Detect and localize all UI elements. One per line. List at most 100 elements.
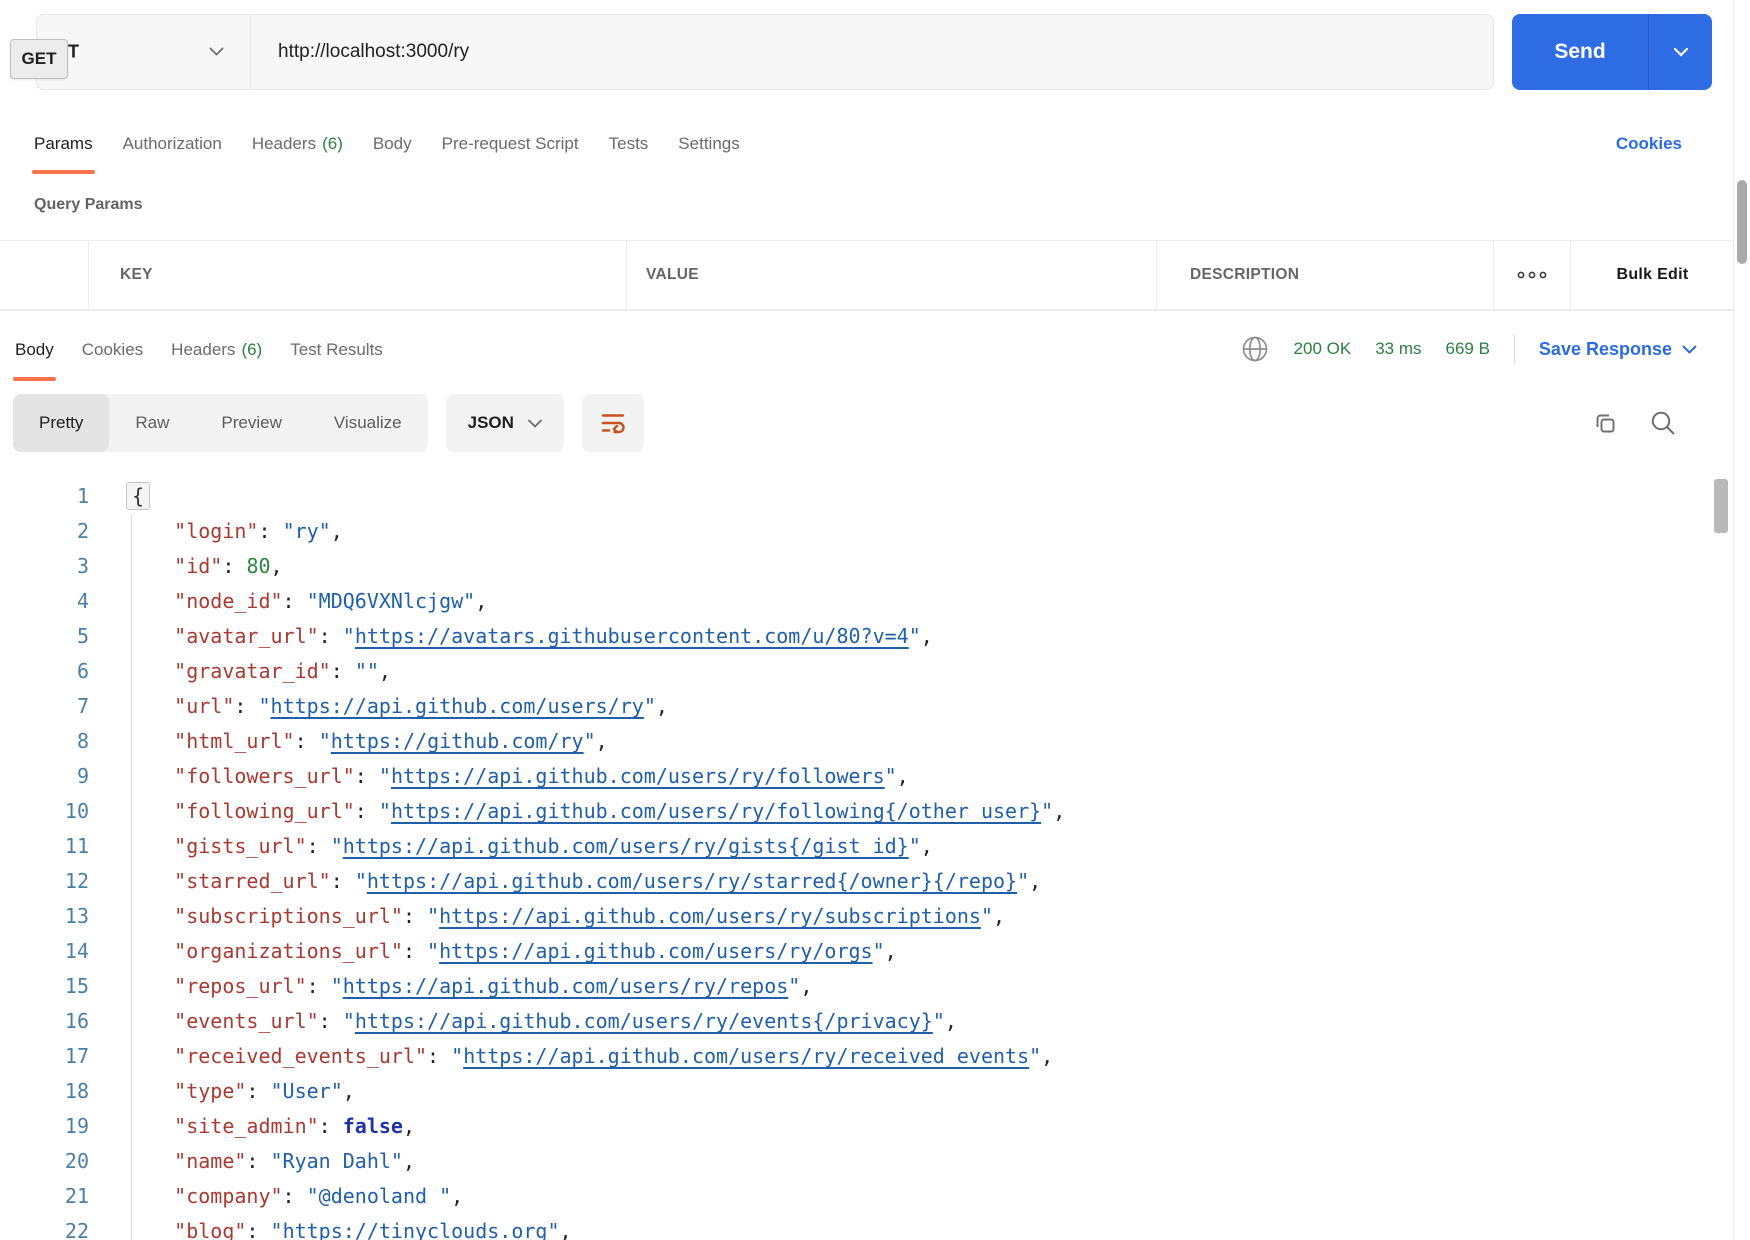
code-line: 2 "login": "ry",	[0, 514, 1734, 549]
chevron-down-icon	[528, 419, 542, 428]
request-tabs: Params Authorization Headers (6) Body Pre…	[0, 112, 1734, 176]
code-line: 3 "id": 80,	[0, 549, 1734, 584]
tab-tests[interactable]: Tests	[609, 112, 649, 176]
response-header: Body Cookies Headers (6) Test Results	[0, 311, 1734, 387]
response-tab-body[interactable]: Body	[15, 311, 54, 387]
tab-authorization[interactable]: Authorization	[123, 112, 222, 176]
wrap-text-button[interactable]	[582, 394, 644, 452]
code-line: 4 "node_id": "MDQ6VXNlcjgw",	[0, 584, 1734, 619]
line-number: 5	[0, 619, 89, 654]
view-tab-visualize[interactable]: Visualize	[308, 394, 428, 452]
response-tool-icons	[1592, 409, 1677, 437]
code-line: 8 "html_url": "https://github.com/ry",	[0, 724, 1734, 759]
main-scrollbar[interactable]	[1733, 0, 1750, 1240]
view-tab-pretty[interactable]: Pretty	[13, 394, 109, 452]
line-number: 22	[0, 1214, 89, 1240]
code-line: 15 "repos_url": "https://api.github.com/…	[0, 969, 1734, 1004]
response-size[interactable]: 669 B	[1445, 339, 1489, 359]
response-tab-test-results[interactable]: Test Results	[290, 311, 383, 387]
response-toolbar: Pretty Raw Preview Visualize JSON	[13, 394, 1714, 452]
tab-label: Headers	[252, 134, 316, 154]
response-time[interactable]: 33 ms	[1375, 339, 1421, 359]
format-value: JSON	[468, 413, 514, 433]
line-number: 6	[0, 654, 89, 689]
tab-count: (6)	[322, 134, 343, 154]
column-header-value[interactable]: VALUE	[627, 241, 1157, 309]
line-number: 7	[0, 689, 89, 724]
json-code-block: 1{2 "login": "ry",3 "id": 80,4 "node_id"…	[0, 479, 1734, 1240]
indent-guide	[131, 514, 132, 1240]
line-number: 13	[0, 899, 89, 934]
response-body-editor[interactable]: 1{2 "login": "ry",3 "id": 80,4 "node_id"…	[0, 471, 1734, 1240]
tab-label: Settings	[678, 134, 739, 154]
fold-marker[interactable]: {	[126, 482, 150, 510]
editor-scrollbar-thumb[interactable]	[1714, 479, 1728, 533]
status-badge[interactable]: 200 OK	[1294, 339, 1352, 359]
tab-headers[interactable]: Headers (6)	[252, 112, 343, 176]
code-line: 20 "name": "Ryan Dahl",	[0, 1144, 1734, 1179]
tab-pre-request-script[interactable]: Pre-request Script	[442, 112, 579, 176]
save-response-button[interactable]: Save Response	[1539, 339, 1697, 360]
more-options-icon[interactable]	[1494, 241, 1571, 309]
chevron-down-icon	[209, 43, 224, 61]
code-line: 12 "starred_url": "https://api.github.co…	[0, 864, 1734, 899]
code-line: 17 "received_events_url": "https://api.g…	[0, 1039, 1734, 1074]
method-selector[interactable]: GET GET	[37, 15, 251, 89]
code-line: 22 "blog": "https://tinyclouds.org",	[0, 1214, 1734, 1240]
tab-settings[interactable]: Settings	[678, 112, 739, 176]
wrap-text-icon	[599, 409, 627, 437]
tab-label: Params	[34, 134, 93, 154]
view-tab-raw[interactable]: Raw	[109, 394, 195, 452]
send-options-chevron-icon[interactable]	[1649, 14, 1712, 90]
line-number: 3	[0, 549, 89, 584]
tab-label: Headers	[171, 340, 235, 360]
tab-count: (6)	[241, 340, 262, 360]
response-meta: 200 OK 33 ms 669 B Save Response	[1240, 311, 1697, 387]
meta-divider	[1514, 334, 1515, 364]
tab-label: Tests	[609, 134, 649, 154]
line-number: 21	[0, 1179, 89, 1214]
postman-window: GET GET Send Params Au	[0, 0, 1750, 1240]
copy-icon[interactable]	[1592, 410, 1619, 437]
format-dropdown[interactable]: JSON	[446, 394, 564, 452]
code-line: 19 "site_admin": false,	[0, 1109, 1734, 1144]
response-tab-headers[interactable]: Headers (6)	[171, 311, 262, 387]
tab-label: Pre-request Script	[442, 134, 579, 154]
tab-label: Cookies	[82, 340, 143, 360]
line-number: 1	[0, 479, 89, 514]
param-select-column	[0, 241, 89, 309]
view-tab-preview[interactable]: Preview	[195, 394, 307, 452]
query-params-table: KEY VALUE DESCRIPTION Bulk Edit	[0, 240, 1734, 310]
view-mode-switcher: Pretty Raw Preview Visualize	[13, 394, 428, 452]
line-number: 20	[0, 1144, 89, 1179]
bulk-edit-button[interactable]: Bulk Edit	[1571, 241, 1734, 309]
code-line: 21 "company": "@denoland ",	[0, 1179, 1734, 1214]
line-number: 19	[0, 1109, 89, 1144]
tab-label: Body	[15, 340, 54, 360]
search-icon[interactable]	[1649, 409, 1677, 437]
code-line: 13 "subscriptions_url": "https://api.git…	[0, 899, 1734, 934]
url-input[interactable]	[251, 15, 1493, 89]
line-number: 8	[0, 724, 89, 759]
tab-params[interactable]: Params	[34, 112, 93, 176]
response-tab-cookies[interactable]: Cookies	[82, 311, 143, 387]
column-header-key[interactable]: KEY	[89, 241, 627, 309]
code-line: 1{	[0, 479, 1734, 514]
line-number: 18	[0, 1074, 89, 1109]
tab-body[interactable]: Body	[373, 112, 412, 176]
send-label: Send	[1512, 14, 1648, 90]
request-url-row: GET GET Send	[36, 14, 1712, 90]
line-number: 9	[0, 759, 89, 794]
code-line: 6 "gravatar_id": "",	[0, 654, 1734, 689]
send-button[interactable]: Send	[1512, 14, 1712, 90]
line-number: 14	[0, 934, 89, 969]
globe-icon[interactable]	[1240, 334, 1270, 364]
column-header-description[interactable]: DESCRIPTION	[1157, 241, 1494, 309]
line-number: 11	[0, 829, 89, 864]
cookies-link[interactable]: Cookies	[1616, 134, 1682, 154]
response-tabs: Body Cookies Headers (6) Test Results	[15, 311, 383, 387]
main-scrollbar-thumb[interactable]	[1737, 180, 1747, 264]
code-line: 18 "type": "User",	[0, 1074, 1734, 1109]
method-drag-overlay: GET	[10, 39, 68, 79]
query-params-title: Query Params	[34, 196, 143, 214]
